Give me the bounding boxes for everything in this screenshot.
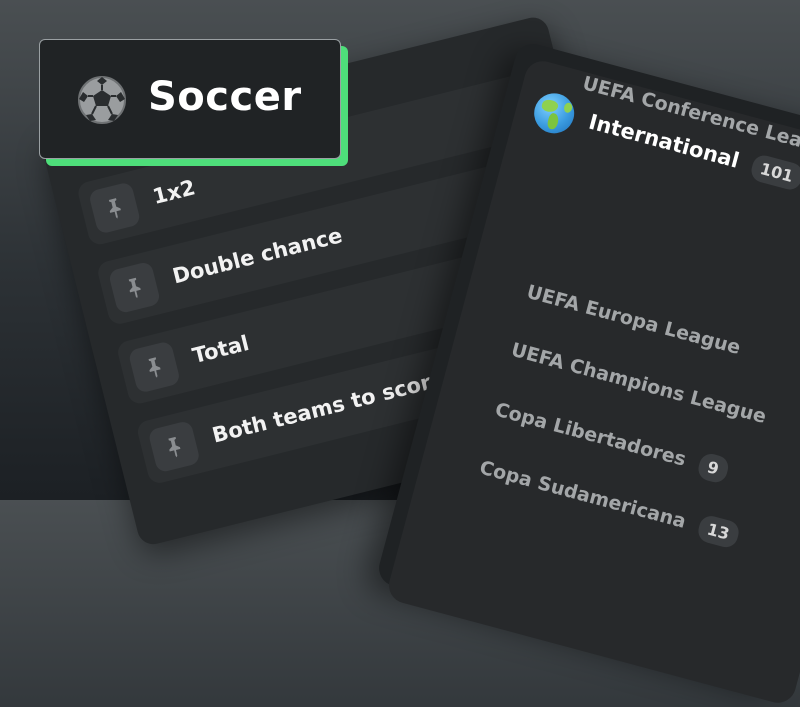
league-name: UEFA Europa League [524, 280, 743, 360]
count-badge: 101 [748, 152, 800, 193]
league-name: Copa Libertadores [492, 398, 689, 471]
pin-icon[interactable] [87, 181, 142, 235]
soccer-ball-icon [78, 76, 126, 124]
market-label: Both teams to score [209, 366, 448, 448]
page-title: Soccer [148, 74, 302, 120]
market-label: Total [190, 330, 252, 369]
league-item-europa-league[interactable]: UEFA Europa League [524, 281, 743, 359]
league-name: Copa Sudamericana [477, 456, 689, 533]
pin-icon[interactable] [147, 419, 201, 474]
pin-icon[interactable] [107, 260, 162, 315]
count-badge: 9 [695, 451, 731, 485]
pin-icon[interactable] [127, 340, 182, 394]
market-label: Double chance [170, 223, 345, 289]
title-card: Soccer [39, 39, 341, 159]
count-badge: 13 [695, 513, 742, 550]
market-label: 1x2 [150, 175, 198, 209]
globe-icon [529, 88, 579, 138]
